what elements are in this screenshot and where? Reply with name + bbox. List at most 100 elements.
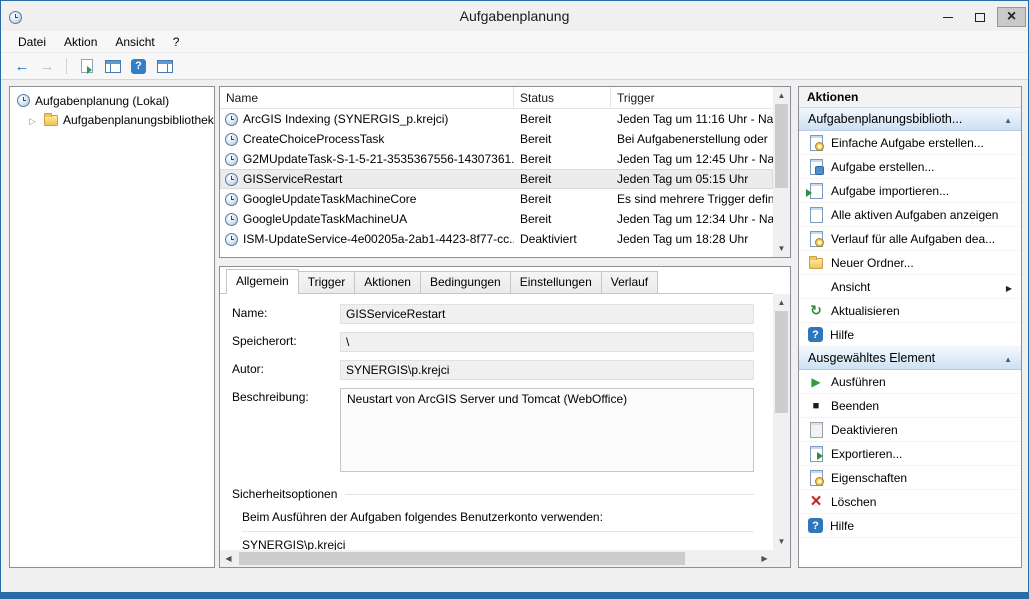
action-pane-icon xyxy=(157,60,173,73)
chevron-right-icon xyxy=(1006,280,1012,294)
separator-line xyxy=(242,531,754,532)
name-field[interactable]: GISServiceRestart xyxy=(340,304,754,324)
close-button[interactable] xyxy=(997,7,1026,27)
chevron-right-icon[interactable] xyxy=(29,113,39,127)
scrollbar-thumb[interactable] xyxy=(775,104,788,188)
export-list-icon xyxy=(81,59,93,73)
scrollbar-track[interactable] xyxy=(773,311,790,533)
help-icon xyxy=(808,327,823,342)
tree-item-aufgabenplanungsbibliothek[interactable]: Aufgabenplanungsbibliothek xyxy=(10,110,214,129)
task-icon xyxy=(225,233,238,246)
task-row[interactable]: G2MUpdateTask-S-1-5-21-3535367556-143073… xyxy=(220,149,773,169)
action-properties[interactable]: Eigenschaften xyxy=(799,466,1021,490)
tab-allgemein[interactable]: Allgemein xyxy=(226,269,299,294)
action-view[interactable]: Ansicht xyxy=(799,275,1021,299)
action-create-task[interactable]: Aufgabe erstellen... xyxy=(799,155,1021,179)
scrollbar-thumb[interactable] xyxy=(775,311,788,413)
task-row[interactable]: GoogleUpdateTaskMachineCore Bereit Es si… xyxy=(220,189,773,209)
location-field[interactable]: \ xyxy=(340,332,754,352)
task-status: Bereit xyxy=(514,112,611,126)
export-icon xyxy=(808,446,824,462)
tree-item-aufgabenplanung-lokal[interactable]: Aufgabenplanung (Lokal) xyxy=(10,91,214,110)
back-button[interactable] xyxy=(11,58,33,75)
scroll-up-icon[interactable] xyxy=(773,87,790,104)
help-button[interactable] xyxy=(127,56,150,77)
tab-verlauf[interactable]: Verlauf xyxy=(601,271,658,293)
menu-aktion[interactable]: Aktion xyxy=(55,32,106,52)
active-tasks-icon xyxy=(808,207,824,223)
action-pane-button[interactable] xyxy=(153,56,176,77)
action-import-task[interactable]: Aufgabe importieren... xyxy=(799,179,1021,203)
scroll-right-icon[interactable] xyxy=(756,550,773,567)
scrollbar-track[interactable] xyxy=(237,550,756,567)
action-end[interactable]: Beenden xyxy=(799,394,1021,418)
tab-trigger[interactable]: Trigger xyxy=(298,271,356,293)
action-create-basic-task[interactable]: Einfache Aufgabe erstellen... xyxy=(799,131,1021,155)
security-account-hint: Beim Ausführen der Aufgaben folgendes Be… xyxy=(242,510,754,524)
task-row[interactable]: ArcGIS Indexing (SYNERGIS_p.krejci) Bere… xyxy=(220,109,773,129)
task-trigger: Es sind mehrere Trigger defin xyxy=(611,192,773,206)
author-field[interactable]: SYNERGIS\p.krejci xyxy=(340,360,754,380)
console-tree-button[interactable] xyxy=(101,56,124,77)
description-label: Beschreibung: xyxy=(232,388,340,472)
action-refresh[interactable]: Aktualisieren xyxy=(799,299,1021,323)
task-row-selected[interactable]: GISServiceRestart Bereit Jeden Tag um 05… xyxy=(220,169,773,189)
task-row[interactable]: ISM-UpdateService-4e00205a-2ab1-4423-8f7… xyxy=(220,229,773,249)
chevron-up-icon[interactable] xyxy=(1004,351,1012,365)
help-icon xyxy=(808,518,823,533)
action-help[interactable]: Hilfe xyxy=(799,323,1021,347)
tab-bedingungen[interactable]: Bedingungen xyxy=(420,271,511,293)
action-run[interactable]: Ausführen xyxy=(799,370,1021,394)
task-row[interactable]: CreateChoiceProcessTask Bereit Bei Aufga… xyxy=(220,129,773,149)
menubar: Datei Aktion Ansicht ? xyxy=(1,31,1028,53)
maximize-icon xyxy=(975,13,985,22)
details-scrollbar-vertical[interactable] xyxy=(773,294,790,550)
window-title: Aufgabenplanung xyxy=(1,8,1028,24)
minimize-button[interactable] xyxy=(933,7,962,27)
author-label: Autor: xyxy=(232,360,340,380)
task-list-scrollbar[interactable] xyxy=(773,87,790,257)
action-disable-history[interactable]: Verlauf für alle Aufgaben dea... xyxy=(799,227,1021,251)
forward-button[interactable] xyxy=(36,58,58,75)
task-icon xyxy=(225,153,238,166)
center-column: Name Status Trigger ArcGIS Indexing (SYN… xyxy=(219,86,791,568)
task-status: Bereit xyxy=(514,192,611,206)
scroll-down-icon[interactable] xyxy=(773,533,790,550)
menu-ansicht[interactable]: Ansicht xyxy=(106,32,163,52)
titlebar: Aufgabenplanung xyxy=(1,1,1028,31)
section-header-label: Aufgabenplanungsbiblioth... xyxy=(808,112,962,126)
action-help-selected[interactable]: Hilfe xyxy=(799,514,1021,538)
action-disable[interactable]: Deaktivieren xyxy=(799,418,1021,442)
export-list-button[interactable] xyxy=(75,56,98,77)
menu-datei[interactable]: Datei xyxy=(9,32,55,52)
tab-einstellungen[interactable]: Einstellungen xyxy=(510,271,602,293)
action-show-active-tasks[interactable]: Alle aktiven Aufgaben anzeigen xyxy=(799,203,1021,227)
scroll-left-icon[interactable] xyxy=(220,550,237,567)
close-icon xyxy=(1007,10,1016,24)
details-scrollbar-horizontal[interactable] xyxy=(220,550,773,567)
task-name: GISServiceRestart xyxy=(243,172,342,186)
scrollbar-track[interactable] xyxy=(773,104,790,240)
scroll-down-icon[interactable] xyxy=(773,240,790,257)
menu-hilfe[interactable]: ? xyxy=(164,32,189,52)
column-header-status[interactable]: Status xyxy=(514,87,611,108)
column-header-name[interactable]: Name xyxy=(220,87,514,108)
task-create-icon xyxy=(808,159,824,175)
tab-aktionen[interactable]: Aktionen xyxy=(354,271,421,293)
details-tabs: Allgemein Trigger Aktionen Bedingungen E… xyxy=(220,267,773,294)
history-icon xyxy=(808,231,824,247)
task-status: Bereit xyxy=(514,212,611,226)
action-export[interactable]: Exportieren... xyxy=(799,442,1021,466)
column-header-trigger[interactable]: Trigger xyxy=(611,87,773,108)
task-row[interactable]: GoogleUpdateTaskMachineUA Bereit Jeden T… xyxy=(220,209,773,229)
maximize-button[interactable] xyxy=(965,7,994,27)
description-field[interactable]: Neustart von ArcGIS Server und Tomcat (W… xyxy=(340,388,754,472)
scroll-up-icon[interactable] xyxy=(773,294,790,311)
name-label: Name: xyxy=(232,304,340,324)
chevron-up-icon[interactable] xyxy=(1004,112,1012,126)
section-header-library[interactable]: Aufgabenplanungsbiblioth... xyxy=(799,108,1021,131)
action-delete[interactable]: Löschen xyxy=(799,490,1021,514)
scrollbar-thumb[interactable] xyxy=(239,552,685,565)
section-header-selected-item[interactable]: Ausgewähltes Element xyxy=(799,347,1021,370)
action-new-folder[interactable]: Neuer Ordner... xyxy=(799,251,1021,275)
